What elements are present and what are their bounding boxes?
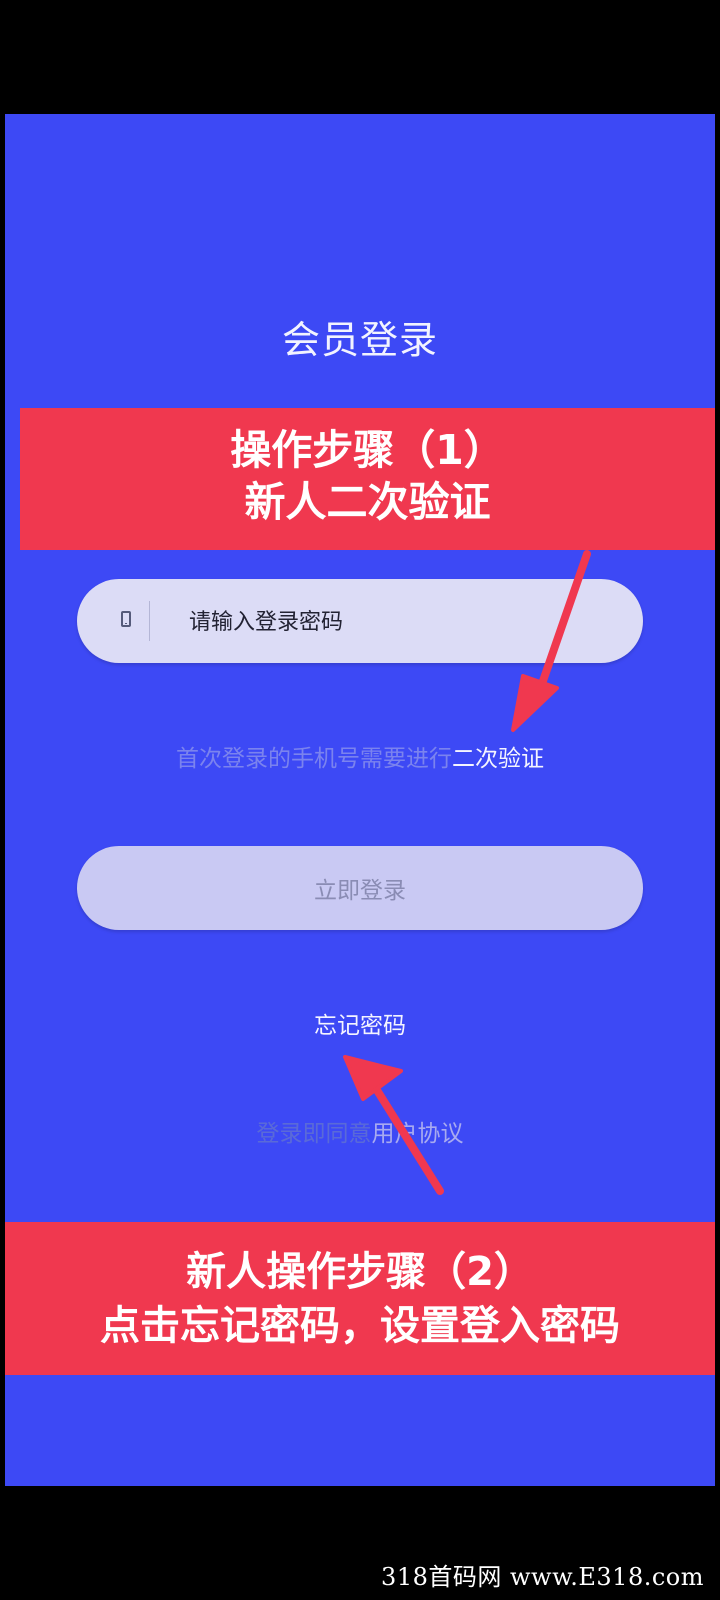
- step2-annotation-text: 点击忘记密码，设置登入密码: [100, 1303, 620, 1349]
- step2-annotation-banner: 新人操作步骤（2） 点击忘记密码，设置登入密码: [5, 1222, 715, 1375]
- bottom-bar: 318首码网 www.E318.com: [0, 1486, 720, 1600]
- verification-notice-text: 首次登录的手机号需要进行: [176, 746, 452, 772]
- forgot-password-link[interactable]: 忘记密码: [5, 1006, 715, 1040]
- page-title: 会员登录: [281, 318, 438, 362]
- annotation-arrow-down-icon: [511, 550, 591, 732]
- step1-annotation-title: 操作步骤（1）: [230, 426, 505, 474]
- login-button[interactable]: 立即登录: [77, 846, 643, 930]
- screenshot-frame: 会员登录 操作步骤（1） 新人二次验证 首次登录的手机号需要进行二次验证 立即登…: [0, 0, 720, 1600]
- annotation-arrow-up-icon: [343, 1055, 444, 1195]
- step2-annotation-title: 新人操作步骤（2）: [186, 1249, 534, 1295]
- verification-notice: 首次登录的手机号需要进行二次验证: [5, 739, 715, 773]
- phone-icon: [121, 611, 131, 627]
- step1-annotation-text: 新人二次验证: [244, 478, 491, 526]
- field-divider: [149, 601, 150, 641]
- login-screen: 会员登录 操作步骤（1） 新人二次验证 首次登录的手机号需要进行二次验证 立即登…: [5, 114, 715, 1486]
- site-watermark: 318首码网 www.E318.com: [381, 1563, 704, 1591]
- step1-annotation-banner: 操作步骤（1） 新人二次验证: [20, 408, 715, 550]
